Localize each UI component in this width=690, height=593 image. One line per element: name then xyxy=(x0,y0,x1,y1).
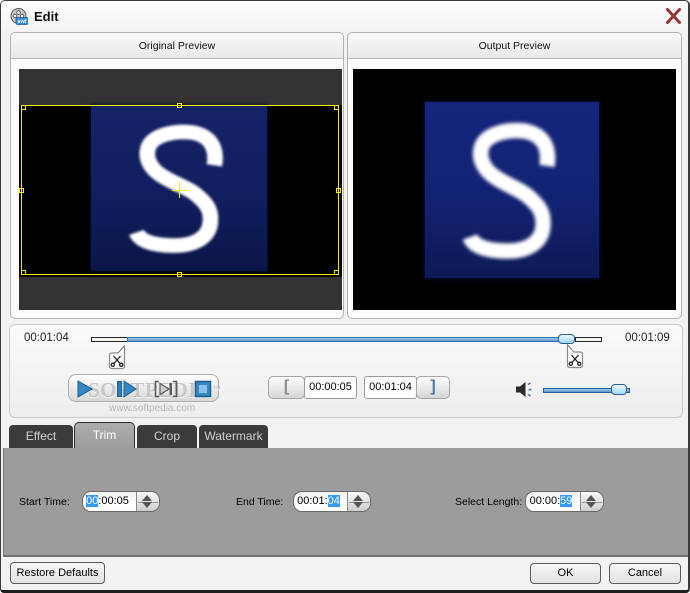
svg-text:swf: swf xyxy=(17,19,26,25)
